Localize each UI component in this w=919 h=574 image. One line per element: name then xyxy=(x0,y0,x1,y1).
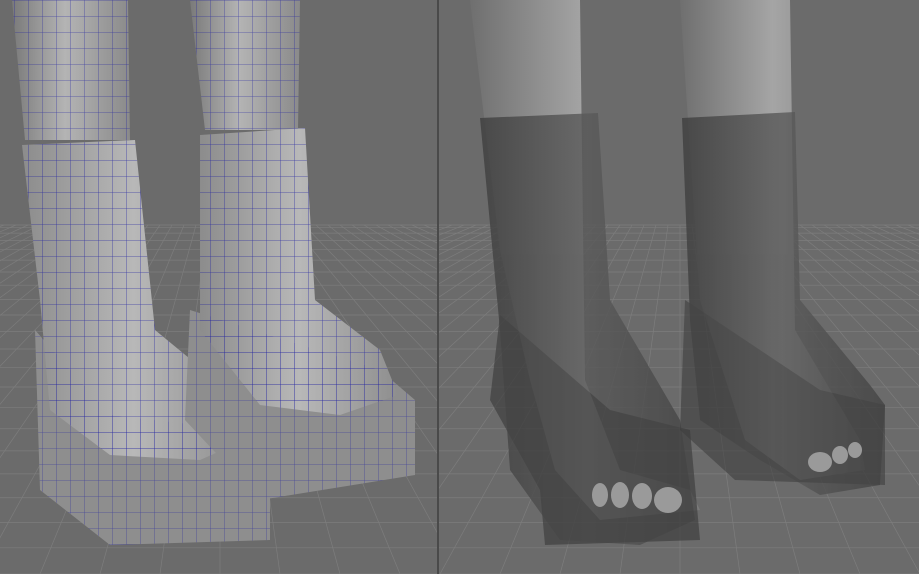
3d-viewport[interactable] xyxy=(0,0,919,574)
viewport-divider[interactable] xyxy=(437,0,439,574)
